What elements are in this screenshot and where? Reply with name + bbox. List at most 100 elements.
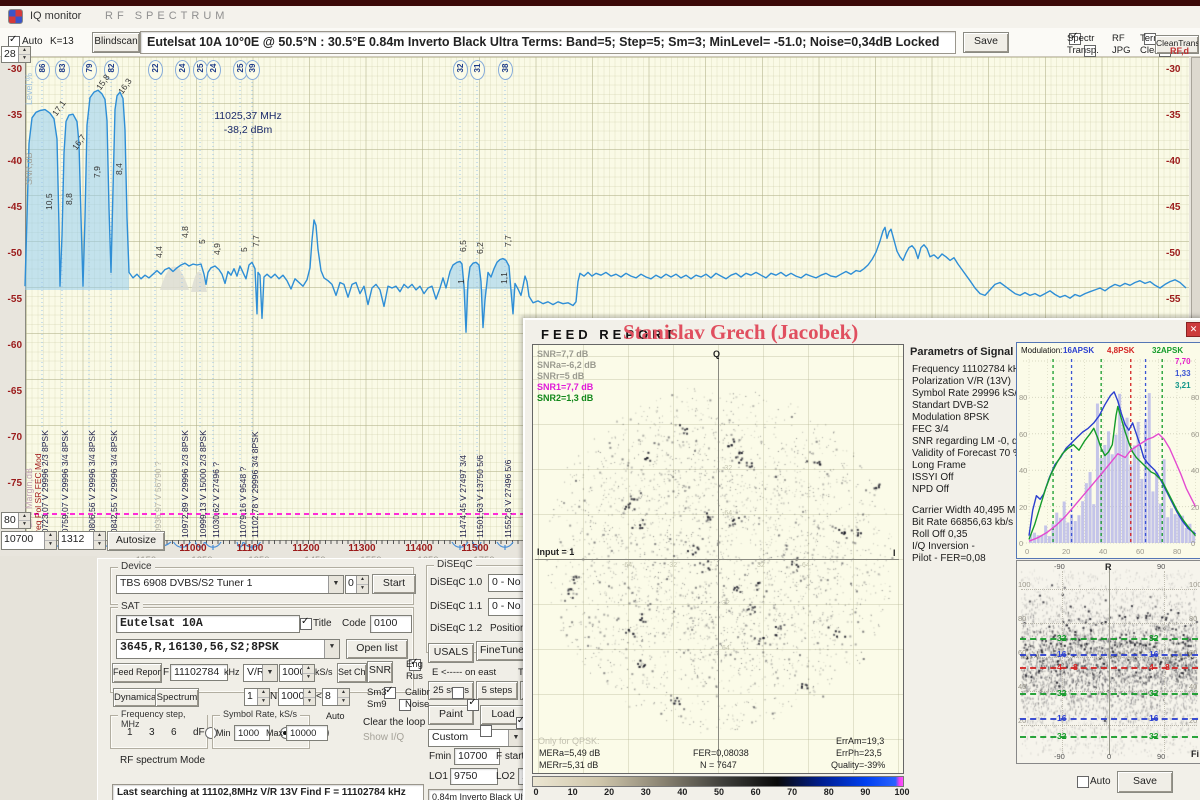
phase-threshold-line bbox=[1020, 667, 1198, 669]
spinner-arrows-icon[interactable] bbox=[257, 689, 269, 705]
phase-threshold-value: 32 bbox=[1149, 688, 1159, 698]
start-button[interactable]: Start bbox=[372, 574, 416, 594]
spinner-arrows-icon[interactable] bbox=[18, 513, 30, 528]
n8-spinner[interactable]: 8 bbox=[322, 688, 350, 706]
sat-groupbox-label: SAT bbox=[118, 601, 143, 612]
mod-x-tick: 60 bbox=[1136, 547, 1145, 556]
q-axis-line bbox=[718, 355, 719, 765]
y-max-spinner[interactable]: 28 bbox=[1, 46, 31, 63]
mod-y-tick: 40 bbox=[1019, 466, 1028, 476]
max-input[interactable]: 10000 bbox=[286, 725, 328, 741]
tuner-number-spinner[interactable]: 0 bbox=[345, 575, 369, 594]
chevron-down-icon[interactable] bbox=[324, 640, 339, 658]
colorbar-tick: 50 bbox=[713, 787, 724, 797]
mod-y-tick: 60 bbox=[1191, 429, 1200, 439]
spinner-arrows-icon[interactable] bbox=[303, 689, 315, 705]
spinner-arrows-icon[interactable] bbox=[302, 665, 314, 681]
phase-gridline bbox=[1021, 589, 1197, 590]
autosize-button[interactable]: Autosize bbox=[107, 531, 165, 551]
fi-axis-label: Fi bbox=[1191, 749, 1199, 759]
device-groupbox-label: Device bbox=[118, 561, 155, 572]
phase-auto-checkbox[interactable] bbox=[1077, 776, 1089, 788]
transponder-select[interactable]: 3645,R,16130,56,S2;8PSK bbox=[116, 639, 340, 659]
snr-button[interactable]: SNR bbox=[367, 661, 393, 683]
symbolrate-spinner[interactable]: 1000 bbox=[279, 664, 315, 682]
tuner-select[interactable]: TBS 6908 DVBS/S2 Tuner 1 bbox=[116, 575, 344, 594]
phase-threshold-value: 4 bbox=[1057, 662, 1062, 672]
signal-param: Pilot - FER=0,08 bbox=[912, 553, 986, 564]
step1-label: 1 bbox=[127, 727, 133, 738]
steps25-button[interactable]: 25 steps bbox=[428, 681, 474, 700]
phase-gridline bbox=[1021, 691, 1197, 692]
open-list-button[interactable]: Open list bbox=[346, 639, 408, 659]
n1000-spinner[interactable]: 1000 bbox=[278, 688, 316, 706]
signal-param: Carrier Width 40,495 MHz bbox=[912, 505, 1028, 516]
mod-y-tick: 80 bbox=[1019, 393, 1028, 403]
signal-param: I/Q Inversion - bbox=[912, 541, 975, 552]
noise-checkbox[interactable] bbox=[467, 697, 480, 711]
close-icon[interactable]: ✕ bbox=[1186, 322, 1200, 337]
code-input[interactable]: 0100 bbox=[370, 615, 412, 633]
sr-auto-checkbox[interactable] bbox=[479, 725, 492, 737]
lt-label: < bbox=[316, 691, 322, 702]
signal-param: Modulation 8PSK bbox=[912, 412, 990, 423]
mod-y-tick: 0 bbox=[1191, 539, 1196, 548]
sm9-label: Sm9 bbox=[367, 699, 387, 710]
frequency-input[interactable]: 11102784 bbox=[170, 664, 228, 681]
spinner-arrows-icon[interactable] bbox=[93, 532, 105, 549]
fmin-input[interactable]: 10700 bbox=[454, 748, 500, 765]
feed-report-button[interactable]: Feed Report bbox=[112, 663, 162, 683]
modulation-label: Modulation: bbox=[1021, 346, 1063, 355]
lo1-input[interactable]: 9750 bbox=[450, 768, 498, 785]
spinner-arrows-icon[interactable] bbox=[337, 689, 349, 705]
merr-value: MERr=5,31 dB bbox=[539, 760, 599, 770]
min-input[interactable]: 1000 bbox=[234, 725, 270, 741]
title-label: Title bbox=[313, 618, 332, 629]
constellation-tick: 64 bbox=[722, 645, 730, 652]
phase-y-label: 80 bbox=[1018, 614, 1027, 623]
mod-x-tick: 20 bbox=[1062, 547, 1071, 556]
freq-step-label: Frequency step, MHz bbox=[118, 709, 207, 729]
phase-bottom-label: -90 bbox=[1054, 752, 1065, 761]
diseqc12-label: DiSEqC 1.2 bbox=[430, 623, 483, 634]
dynamical-button[interactable]: Dynamical bbox=[113, 688, 157, 707]
phase-save-button[interactable]: Save bbox=[1117, 771, 1173, 793]
freq-start-spinner[interactable]: 10700 bbox=[1, 531, 57, 550]
colorbar-tick: 0 bbox=[533, 787, 539, 797]
modulation-value: 3,21 bbox=[1175, 381, 1191, 390]
fer-value: FER=0,08038 bbox=[693, 748, 749, 758]
show-iq-label: Show I/Q bbox=[363, 732, 405, 743]
spinner-arrows-icon[interactable] bbox=[356, 576, 368, 593]
snr-readout: SNRr=5 dB bbox=[537, 371, 585, 381]
n1-spinner[interactable]: 1 bbox=[244, 688, 270, 706]
colorbar-tick: 20 bbox=[604, 787, 615, 797]
finetune-button[interactable]: FineTune bbox=[476, 641, 528, 661]
steps5-button[interactable]: 5 steps bbox=[476, 681, 518, 700]
usals-button[interactable]: USALS bbox=[428, 643, 474, 663]
fmin-label: Fmin bbox=[429, 751, 452, 762]
polarization-select[interactable]: V/R bbox=[243, 664, 278, 682]
signal-params-list2: Carrier Width 40,495 MHz Bit Rate 66856,6… bbox=[912, 505, 1028, 565]
mod-y-tick: 80 bbox=[1191, 393, 1200, 403]
range-preset-select[interactable]: Custom bbox=[428, 729, 524, 747]
khz-label: kHz bbox=[224, 667, 240, 677]
chevron-down-icon[interactable] bbox=[328, 576, 343, 593]
symbolrate-gb-label: Symbol Rate, kS/s bbox=[220, 709, 301, 719]
spinner-arrows-icon[interactable] bbox=[44, 532, 56, 549]
spectrum-button[interactable]: Spectrum bbox=[155, 688, 199, 707]
set-channel-button[interactable]: Set Channel bbox=[337, 663, 367, 683]
calibr-checkbox[interactable] bbox=[452, 687, 465, 699]
chevron-down-icon[interactable] bbox=[262, 665, 277, 681]
y-min-spinner[interactable]: 80 bbox=[1, 512, 31, 529]
mod-y-tick: 20 bbox=[1019, 502, 1028, 512]
f-label: F bbox=[163, 667, 170, 678]
phase-threshold-value: 32 bbox=[1057, 633, 1067, 643]
span-spinner[interactable]: 1312 bbox=[58, 531, 106, 550]
chevron-down-icon[interactable] bbox=[508, 730, 523, 746]
only-qpsk-label: Only for QPSK: bbox=[538, 736, 600, 746]
title-checkbox[interactable] bbox=[300, 616, 312, 630]
n-label: N bbox=[270, 691, 278, 702]
satellite-input[interactable]: Eutelsat 10A bbox=[116, 615, 300, 633]
signal-param: Roll Off 0,35 bbox=[912, 529, 968, 540]
spinner-arrows-icon[interactable] bbox=[18, 47, 30, 62]
